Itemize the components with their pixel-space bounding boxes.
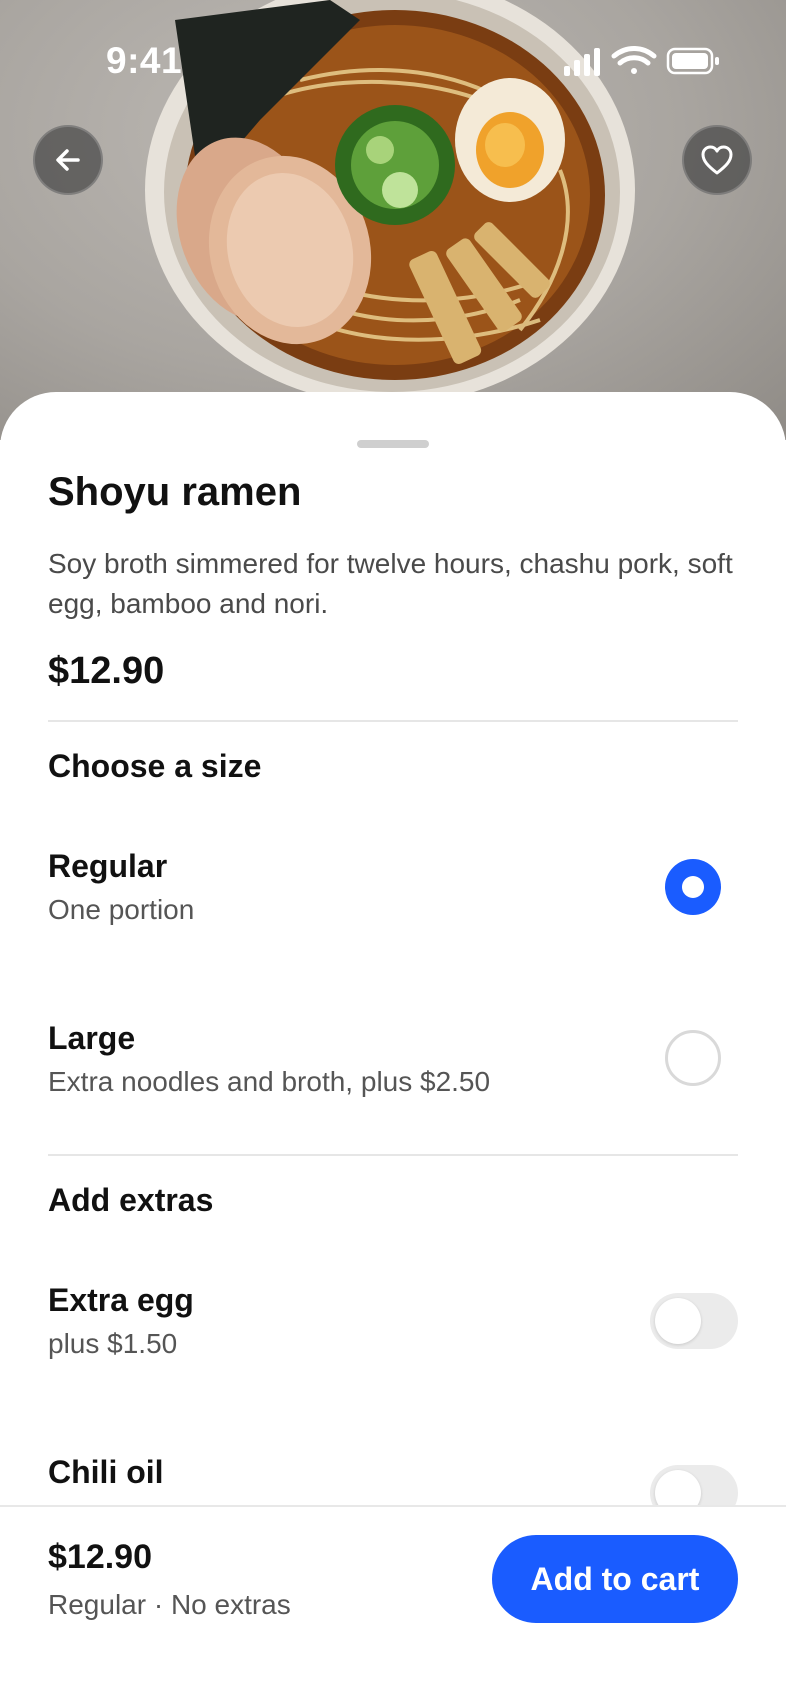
status-icons [564, 46, 719, 76]
status-time: 9:41 [106, 40, 183, 81]
option-detail: Extra noodles and broth, plus $2.50 [48, 1066, 491, 1097]
add-to-cart-button[interactable]: Add to cart [492, 1535, 738, 1623]
divider [48, 720, 738, 722]
back-button[interactable] [33, 125, 103, 195]
extras-section-title: Add extras [48, 1182, 214, 1218]
option-detail: plus $1.50 [48, 1328, 178, 1359]
option-label: Extra egg [48, 1282, 194, 1318]
arrow-left-icon [56, 149, 80, 171]
wifi-icon [611, 46, 657, 74]
radio-regular[interactable] [665, 859, 721, 915]
divider [48, 1154, 738, 1156]
battery-icon [666, 47, 719, 75]
toggle-extra-egg[interactable] [650, 1293, 738, 1349]
item-description: Soy broth simmered for twelve hours, cha… [48, 548, 733, 619]
item-price: $12.90 [48, 650, 165, 692]
option-detail: One portion [48, 894, 195, 925]
sheet-handle[interactable] [357, 440, 429, 448]
option-label: Chili oil [48, 1454, 164, 1490]
item-title: Shoyu ramen [48, 470, 302, 514]
option-label: Regular [48, 848, 168, 884]
radio-large[interactable] [665, 1030, 721, 1086]
option-label: Large [48, 1020, 136, 1056]
heart-icon [701, 145, 733, 175]
size-section-title: Choose a size [48, 748, 262, 784]
favorite-button[interactable] [682, 125, 752, 195]
signal-icon [564, 48, 600, 76]
order-summary: Regular · No extras [48, 1589, 291, 1620]
total-price: $12.90 [48, 1538, 152, 1576]
